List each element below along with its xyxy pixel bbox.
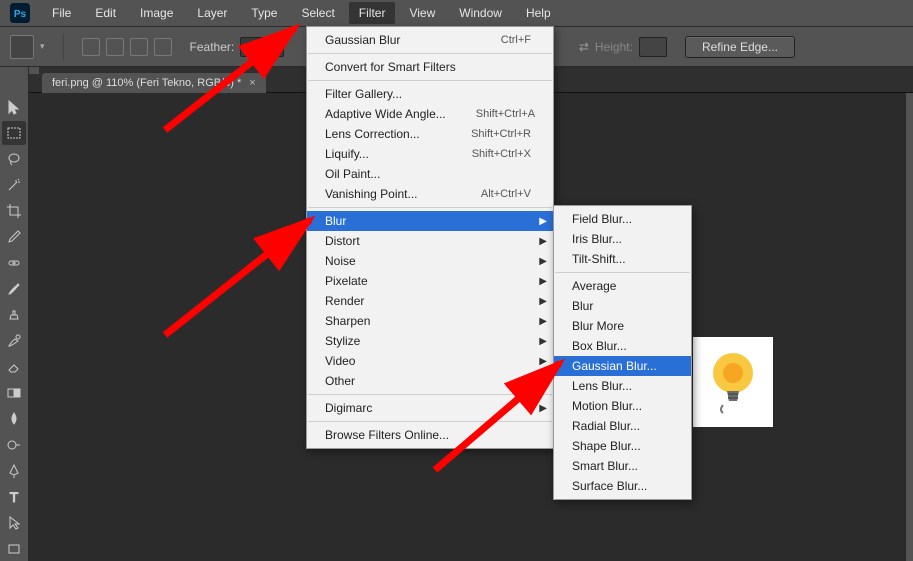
blur-iris[interactable]: Iris Blur... xyxy=(554,229,691,249)
document-tab-title: feri.png @ 110% (Feri Tekno, RGB/8) * xyxy=(52,77,241,89)
blur-tilt-shift[interactable]: Tilt-Shift... xyxy=(554,249,691,269)
feather-label: Feather: xyxy=(190,40,235,54)
gradient-tool[interactable] xyxy=(2,381,26,405)
selection-intersect-icon[interactable] xyxy=(154,38,172,56)
document-tab[interactable]: feri.png @ 110% (Feri Tekno, RGB/8) * × xyxy=(42,73,266,93)
height-input[interactable] xyxy=(639,37,667,57)
marquee-tool[interactable] xyxy=(2,121,26,145)
filter-noise-submenu[interactable]: Noise▶ xyxy=(307,251,553,271)
healing-brush-tool[interactable] xyxy=(2,251,26,275)
filter-digimarc-submenu[interactable]: Digimarc▶ xyxy=(307,398,553,418)
selection-new-icon[interactable] xyxy=(82,38,100,56)
eraser-tool[interactable] xyxy=(2,355,26,379)
swap-icon[interactable]: ⇄ xyxy=(579,40,589,54)
filter-gallery[interactable]: Filter Gallery... xyxy=(307,84,553,104)
blur-shape[interactable]: Shape Blur... xyxy=(554,436,691,456)
menu-edit[interactable]: Edit xyxy=(85,2,126,24)
blur-motion[interactable]: Motion Blur... xyxy=(554,396,691,416)
path-selection-tool[interactable] xyxy=(2,511,26,535)
blur-submenu: Field Blur... Iris Blur... Tilt-Shift...… xyxy=(553,205,692,500)
filter-render-submenu[interactable]: Render▶ xyxy=(307,291,553,311)
menu-layer[interactable]: Layer xyxy=(187,2,237,24)
move-tool[interactable] xyxy=(2,95,26,119)
type-tool[interactable]: T xyxy=(2,485,26,509)
document-artwork xyxy=(693,337,773,427)
filter-last[interactable]: Gaussian BlurCtrl+F xyxy=(307,30,553,50)
clone-stamp-tool[interactable] xyxy=(2,303,26,327)
blur-tool[interactable] xyxy=(2,407,26,431)
height-label: Height: xyxy=(595,40,633,54)
refine-edge-button[interactable]: Refine Edge... xyxy=(685,36,795,58)
filter-video-submenu[interactable]: Video▶ xyxy=(307,351,553,371)
menu-view[interactable]: View xyxy=(399,2,445,24)
brush-tool[interactable] xyxy=(2,277,26,301)
blur-box[interactable]: Box Blur... xyxy=(554,336,691,356)
filter-convert-smart[interactable]: Convert for Smart Filters xyxy=(307,57,553,77)
close-icon[interactable]: × xyxy=(249,77,255,89)
menu-image[interactable]: Image xyxy=(130,2,183,24)
menu-type[interactable]: Type xyxy=(241,2,287,24)
menu-help[interactable]: Help xyxy=(516,2,561,24)
blur-surface[interactable]: Surface Blur... xyxy=(554,476,691,496)
menu-filter[interactable]: Filter xyxy=(349,2,396,24)
blur-blur[interactable]: Blur xyxy=(554,296,691,316)
blur-gaussian[interactable]: Gaussian Blur... xyxy=(554,356,691,376)
filter-adaptive-wide-angle[interactable]: Adaptive Wide Angle...Shift+Ctrl+A xyxy=(307,104,553,124)
menu-window[interactable]: Window xyxy=(449,2,512,24)
blur-blur-more[interactable]: Blur More xyxy=(554,316,691,336)
eyedropper-tool[interactable] xyxy=(2,225,26,249)
filter-menu: Gaussian BlurCtrl+F Convert for Smart Fi… xyxy=(306,26,554,449)
selection-add-icon[interactable] xyxy=(106,38,124,56)
filter-other-submenu[interactable]: Other▶ xyxy=(307,371,553,391)
menu-select[interactable]: Select xyxy=(291,2,344,24)
tab-well-handle[interactable] xyxy=(29,67,39,74)
menu-file[interactable]: File xyxy=(42,2,81,24)
tool-preset-picker[interactable]: ▾ xyxy=(10,35,45,59)
filter-distort-submenu[interactable]: Distort▶ xyxy=(307,231,553,251)
filter-stylize-submenu[interactable]: Stylize▶ xyxy=(307,331,553,351)
filter-vanishing-point[interactable]: Vanishing Point...Alt+Ctrl+V xyxy=(307,184,553,204)
svg-text:T: T xyxy=(10,489,19,505)
lasso-tool[interactable] xyxy=(2,147,26,171)
crop-tool[interactable] xyxy=(2,199,26,223)
app-logo: Ps xyxy=(10,3,30,23)
filter-sharpen-submenu[interactable]: Sharpen▶ xyxy=(307,311,553,331)
blur-smart[interactable]: Smart Blur... xyxy=(554,456,691,476)
filter-oil-paint[interactable]: Oil Paint... xyxy=(307,164,553,184)
pen-tool[interactable] xyxy=(2,459,26,483)
blur-field[interactable]: Field Blur... xyxy=(554,209,691,229)
feather-input[interactable]: 0 px xyxy=(240,37,284,57)
filter-pixelate-submenu[interactable]: Pixelate▶ xyxy=(307,271,553,291)
toolbox: T xyxy=(0,67,29,561)
panels-collapsed-bar[interactable] xyxy=(905,93,913,561)
rectangle-tool[interactable] xyxy=(2,537,26,561)
history-brush-tool[interactable] xyxy=(2,329,26,353)
magic-wand-tool[interactable] xyxy=(2,173,26,197)
dodge-tool[interactable] xyxy=(2,433,26,457)
svg-text:Ps: Ps xyxy=(14,9,27,20)
blur-lens[interactable]: Lens Blur... xyxy=(554,376,691,396)
blur-radial[interactable]: Radial Blur... xyxy=(554,416,691,436)
filter-blur-submenu[interactable]: Blur▶ xyxy=(307,211,553,231)
menubar: Ps File Edit Image Layer Type Select Fil… xyxy=(0,0,913,27)
selection-subtract-icon[interactable] xyxy=(130,38,148,56)
blur-average[interactable]: Average xyxy=(554,276,691,296)
filter-lens-correction[interactable]: Lens Correction...Shift+Ctrl+R xyxy=(307,124,553,144)
filter-browse-online[interactable]: Browse Filters Online... xyxy=(307,425,553,445)
filter-liquify[interactable]: Liquify...Shift+Ctrl+X xyxy=(307,144,553,164)
